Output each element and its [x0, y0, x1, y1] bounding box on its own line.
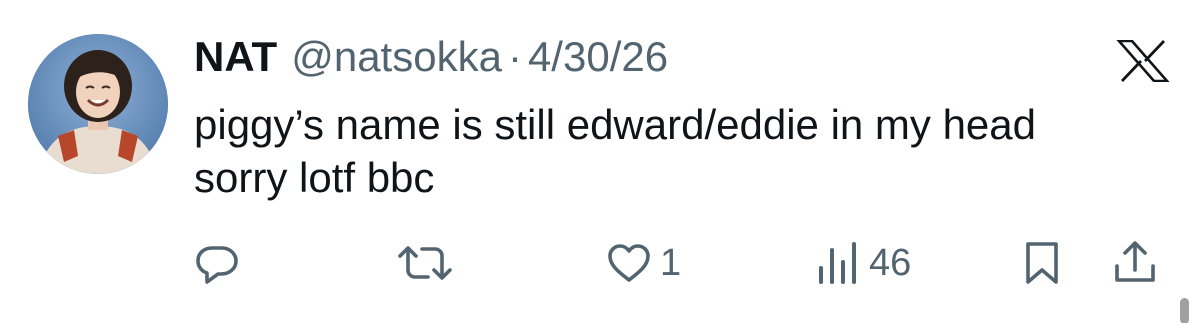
tweet-header: NAT @natsokka · 4/30/26: [194, 33, 668, 81]
tweet-text: piggy’s name is still edward/eddie in my…: [194, 98, 1184, 204]
user-handle[interactable]: @natsokka: [291, 33, 502, 81]
avatar-photo: [28, 34, 168, 174]
like-count: 1: [660, 242, 682, 284]
scrollbar[interactable]: [1180, 298, 1189, 323]
tweet-card[interactable]: NAT @natsokka · 4/30/26 piggy’s name is …: [0, 0, 1199, 323]
retweet-button[interactable]: [396, 238, 454, 288]
bookmark-button[interactable]: [1022, 238, 1062, 288]
separator-dot: ·: [507, 33, 522, 80]
retweet-icon: [396, 240, 454, 286]
bookmark-icon: [1022, 240, 1062, 286]
avatar[interactable]: [28, 34, 168, 174]
like-button[interactable]: 1: [606, 238, 681, 288]
views-button[interactable]: 46: [815, 238, 911, 288]
tweet-date[interactable]: 4/30/26: [528, 33, 668, 81]
tweet-text-line: sorry lotf bbc: [194, 154, 435, 201]
share-button[interactable]: [1112, 238, 1158, 288]
heart-icon: [606, 240, 652, 286]
reply-button[interactable]: [194, 238, 240, 288]
views-count: 46: [869, 242, 912, 284]
display-name[interactable]: NAT: [194, 33, 277, 81]
reply-icon: [194, 240, 240, 286]
tweet-text-line: piggy’s name is still edward/eddie in my…: [194, 101, 1037, 148]
views-bar-chart-icon: [815, 240, 861, 286]
x-logo-icon[interactable]: [1116, 39, 1170, 83]
action-bar: 1 46: [0, 238, 1199, 288]
share-icon: [1112, 240, 1158, 286]
